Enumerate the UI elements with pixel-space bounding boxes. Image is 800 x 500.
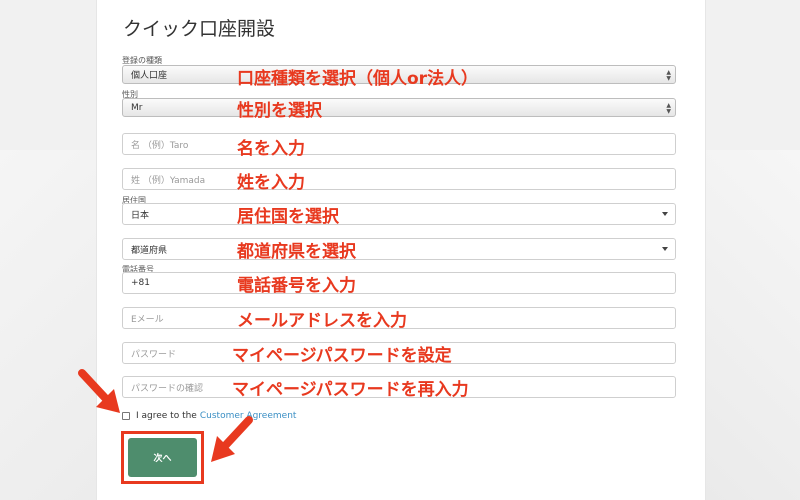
annotation-country: 居住国を選択 bbox=[237, 207, 339, 227]
annotation-gender: 性別を選択 bbox=[237, 101, 322, 121]
first-name-placeholder: 名 （例）Taro bbox=[131, 140, 189, 151]
annotation-last-name: 姓を入力 bbox=[237, 173, 305, 193]
arrow-down-right-icon bbox=[78, 369, 120, 413]
gender-value: Mr bbox=[131, 102, 143, 113]
chevron-down-icon bbox=[662, 247, 668, 251]
last-name-placeholder: 姓 （例）Yamada bbox=[131, 175, 206, 186]
arrow-down-left-icon bbox=[211, 416, 253, 462]
annotation-first-name: 名を入力 bbox=[237, 139, 305, 159]
annotation-account-type: 口座種類を選択（個人or法人） bbox=[237, 69, 479, 89]
phone-value: +81 bbox=[131, 278, 150, 288]
updown-icon: ▲ ▼ bbox=[666, 102, 671, 115]
background-right bbox=[700, 150, 800, 500]
prefecture-value: 都道府県 bbox=[131, 245, 168, 256]
country-select[interactable]: 日本 bbox=[122, 203, 676, 225]
page-title: クイック口座開設 bbox=[123, 18, 276, 40]
annotation-phone: 電話番号を入力 bbox=[237, 276, 356, 296]
password-confirm-placeholder: パスワードの確認 bbox=[131, 383, 204, 394]
annotation-password: マイページパスワードを設定 bbox=[232, 346, 452, 366]
phone-input[interactable]: +81 bbox=[122, 272, 676, 294]
background-left bbox=[0, 150, 100, 500]
gender-select[interactable]: Mr ▲ ▼ bbox=[122, 98, 676, 117]
prefecture-select[interactable]: 都道府県 bbox=[122, 238, 676, 260]
first-name-input[interactable]: 名 （例）Taro bbox=[122, 133, 676, 155]
annotation-email: メールアドレスを入力 bbox=[237, 311, 407, 331]
chevron-down-icon bbox=[662, 212, 668, 216]
last-name-input[interactable]: 姓 （例）Yamada bbox=[122, 168, 676, 190]
annotation-password-confirm: マイページパスワードを再入力 bbox=[232, 380, 469, 400]
annotation-prefecture: 都道府県を選択 bbox=[237, 242, 356, 262]
account-type-value: 個人口座 bbox=[131, 71, 168, 81]
next-button[interactable]: 次へ bbox=[128, 438, 197, 477]
country-value: 日本 bbox=[131, 210, 150, 221]
updown-icon: ▲ ▼ bbox=[666, 69, 671, 82]
password-placeholder: パスワード bbox=[131, 349, 177, 360]
email-placeholder: Eメール bbox=[131, 314, 164, 325]
agree-text: I agree to the bbox=[136, 411, 197, 421]
